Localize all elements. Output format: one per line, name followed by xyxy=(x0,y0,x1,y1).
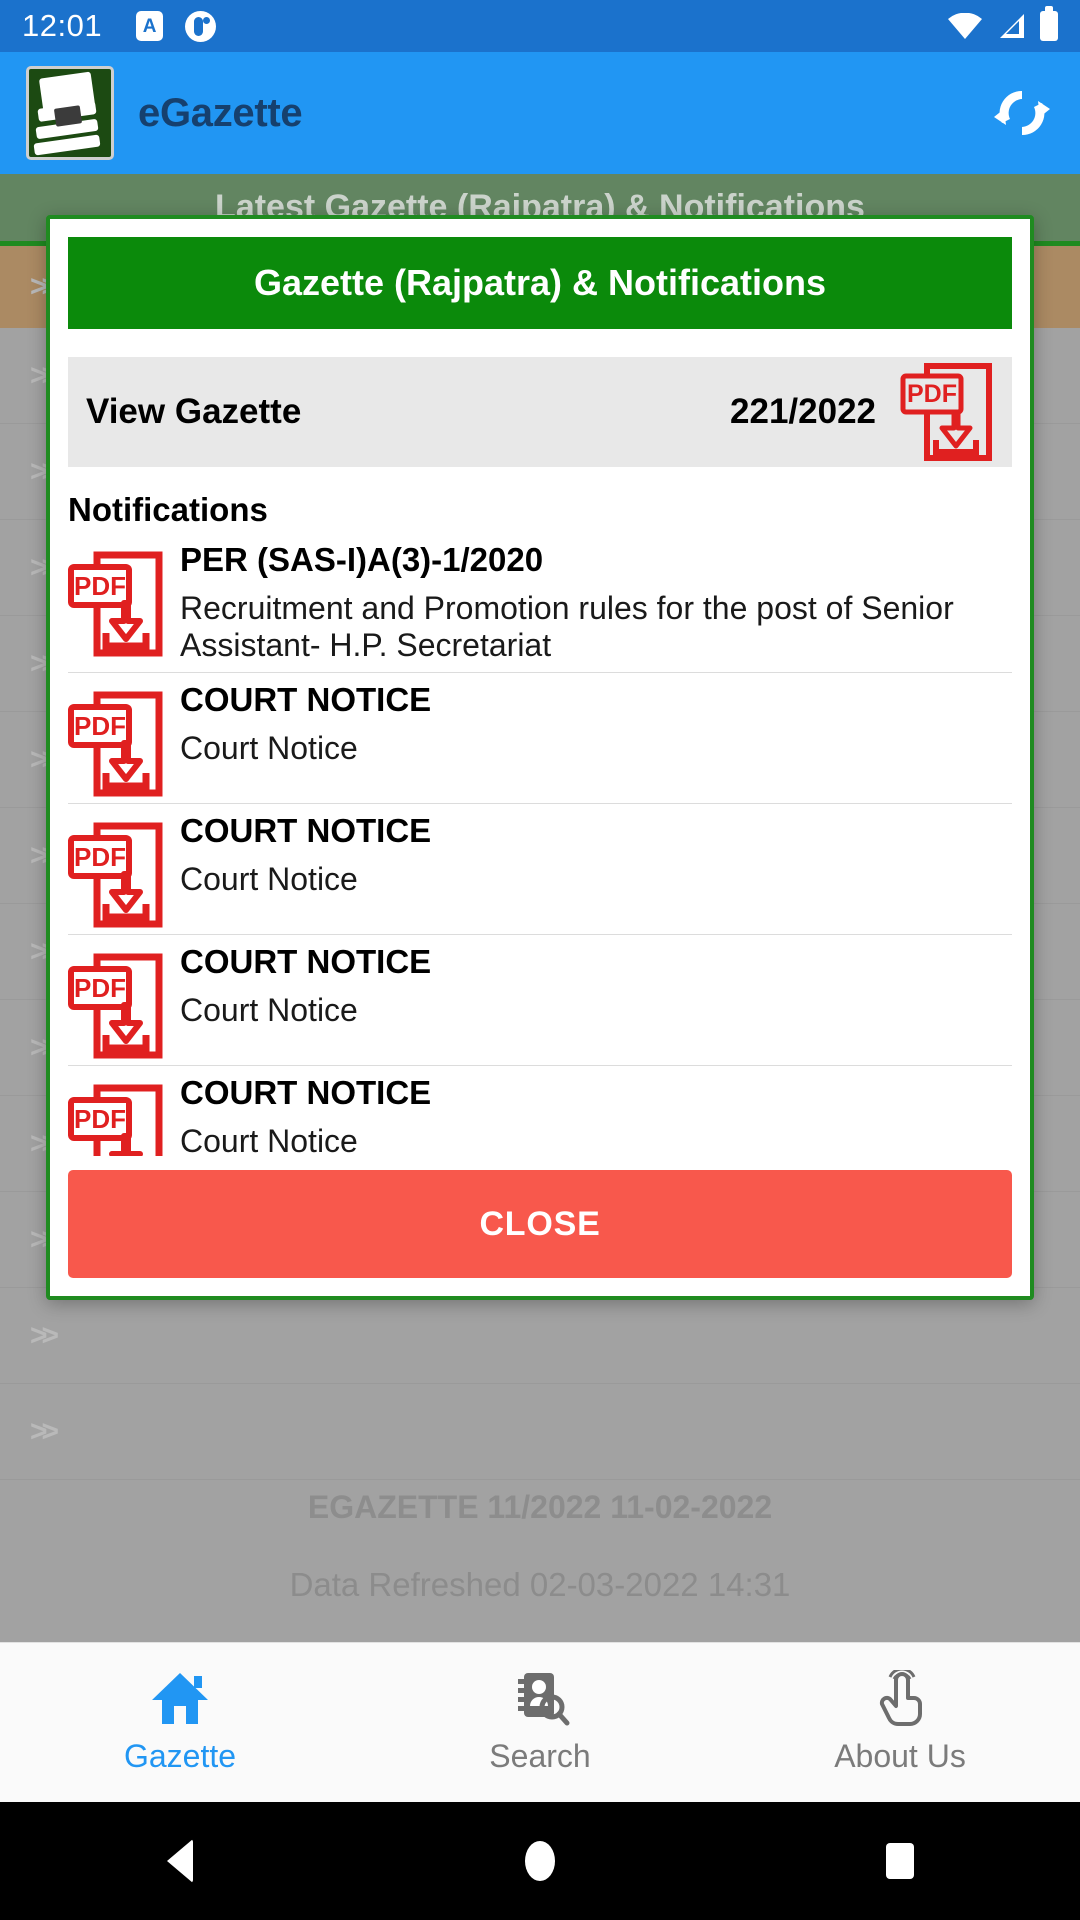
dialog-title: Gazette (Rajpatra) & Notifications xyxy=(68,237,1012,329)
notification-body: PER (SAS-I)A(3)-1/2020 Recruitment and P… xyxy=(172,539,1012,668)
pdf-download-icon[interactable]: PDF xyxy=(68,679,172,799)
notification-description: Recruitment and Promotion rules for the … xyxy=(180,589,954,664)
status-bar-system-icons xyxy=(948,6,1058,41)
nav-label-gazette: Gazette xyxy=(123,1738,237,1774)
notification-body: COURT NOTICE Court Notice xyxy=(172,679,1012,771)
nav-item-about-us[interactable]: About Us xyxy=(720,1670,1080,1775)
notification-title: PER (SAS-I)A(3)-1/2020 xyxy=(180,541,544,578)
bottom-navigation: Gazette Search About Us xyxy=(0,1642,1080,1802)
background-bottom-text: EGAZETTE 11/2022 11-02-2022 xyxy=(307,1489,773,1525)
nav-item-search[interactable]: Search xyxy=(360,1670,720,1775)
view-gazette-label: View Gazette xyxy=(86,392,302,431)
notification-title: COURT NOTICE xyxy=(180,812,432,850)
svg-text:PDF: PDF xyxy=(74,571,126,601)
app-title: eGazette xyxy=(138,90,303,135)
books-logo xyxy=(26,66,114,160)
svg-text:PDF: PDF xyxy=(74,711,126,741)
home-icon xyxy=(152,1673,208,1724)
background-list-item: >> xyxy=(0,1384,1080,1480)
home-circle-icon xyxy=(525,1841,555,1881)
pdf-download-icon[interactable]: PDF xyxy=(898,360,994,464)
contact-search-icon xyxy=(518,1673,570,1726)
app-bar: eGazette xyxy=(0,52,1080,174)
notification-body: COURT NOTICE Court Notice xyxy=(172,941,1012,1033)
notifications-list: PDF PER (SAS-I)A(3)-1/2020 Recruitment a… xyxy=(68,533,1012,1156)
app-circle-icon xyxy=(185,10,217,42)
notification-item[interactable]: PDF PER (SAS-I)A(3)-1/2020 Recruitment a… xyxy=(68,533,1012,674)
svg-text:PDF: PDF xyxy=(74,973,126,1003)
signal-icon xyxy=(1000,14,1024,38)
system-back-button[interactable] xyxy=(0,1839,360,1883)
status-bar: 12:01 A xyxy=(0,0,1080,52)
app-screen: 12:01 A eGazette Latest Gazette (Rajpatr… xyxy=(0,0,1080,1920)
svg-text:PDF: PDF xyxy=(74,1104,126,1134)
close-button[interactable]: CLOSE xyxy=(68,1170,1012,1278)
pdf-download-icon[interactable]: PDF xyxy=(68,1072,172,1156)
notification-description: Court Notice xyxy=(180,1123,358,1156)
battery-icon xyxy=(1040,6,1058,41)
notification-item[interactable]: PDF COURT NOTICE Court Notice xyxy=(68,1066,1012,1156)
svg-text:PDF: PDF xyxy=(74,842,126,872)
background-list-item: >> xyxy=(0,1288,1080,1384)
notification-description: Court Notice xyxy=(180,730,358,767)
chevron-right-icon: >> xyxy=(30,1414,59,1448)
notifications-heading: Notifications xyxy=(68,491,268,528)
wifi-icon xyxy=(948,13,982,39)
tap-hand-icon xyxy=(879,1670,922,1726)
system-recents-button[interactable] xyxy=(720,1843,1080,1879)
nav-label-search: Search xyxy=(489,1738,591,1774)
status-bar-notification-icons: A xyxy=(136,10,217,42)
gazette-dialog: Gazette (Rajpatra) & Notifications View … xyxy=(46,215,1034,1300)
notification-title: COURT NOTICE xyxy=(180,1074,432,1112)
notification-item[interactable]: PDF COURT NOTICE Court Notice xyxy=(68,935,1012,1067)
back-triangle-icon xyxy=(167,1839,193,1883)
pdf-download-icon[interactable]: PDF xyxy=(68,941,172,1061)
system-home-button[interactable] xyxy=(360,1841,720,1881)
notification-description: Court Notice xyxy=(180,861,358,898)
data-refreshed-label: Data Refreshed 02-03-2022 14:31 xyxy=(289,1566,791,1603)
notification-title: COURT NOTICE xyxy=(180,943,432,981)
notification-item[interactable]: PDF COURT NOTICE Court Notice xyxy=(68,673,1012,805)
svg-text:PDF: PDF xyxy=(907,380,957,408)
app-a-icon: A xyxy=(136,11,164,41)
system-navigation-bar xyxy=(0,1802,1080,1920)
view-gazette-row[interactable]: View Gazette 221/2022 PDF xyxy=(68,357,1012,467)
chevron-right-icon: >> xyxy=(30,1318,59,1352)
recents-square-icon xyxy=(886,1843,914,1879)
nav-label-about-us: About Us xyxy=(834,1738,966,1774)
notification-title: COURT NOTICE xyxy=(180,681,432,719)
notification-description: Court Notice xyxy=(180,992,358,1029)
notification-body: COURT NOTICE Court Notice xyxy=(172,1072,1012,1156)
view-gazette-number: 221/2022 xyxy=(730,392,876,431)
sync-icon[interactable] xyxy=(990,81,1054,145)
status-bar-clock: 12:01 xyxy=(22,8,103,43)
pdf-download-icon[interactable]: PDF xyxy=(68,539,172,659)
nav-item-gazette[interactable]: Gazette xyxy=(0,1670,360,1775)
notification-body: COURT NOTICE Court Notice xyxy=(172,810,1012,902)
pdf-download-icon[interactable]: PDF xyxy=(68,810,172,930)
notification-item[interactable]: PDF COURT NOTICE Court Notice xyxy=(68,804,1012,936)
